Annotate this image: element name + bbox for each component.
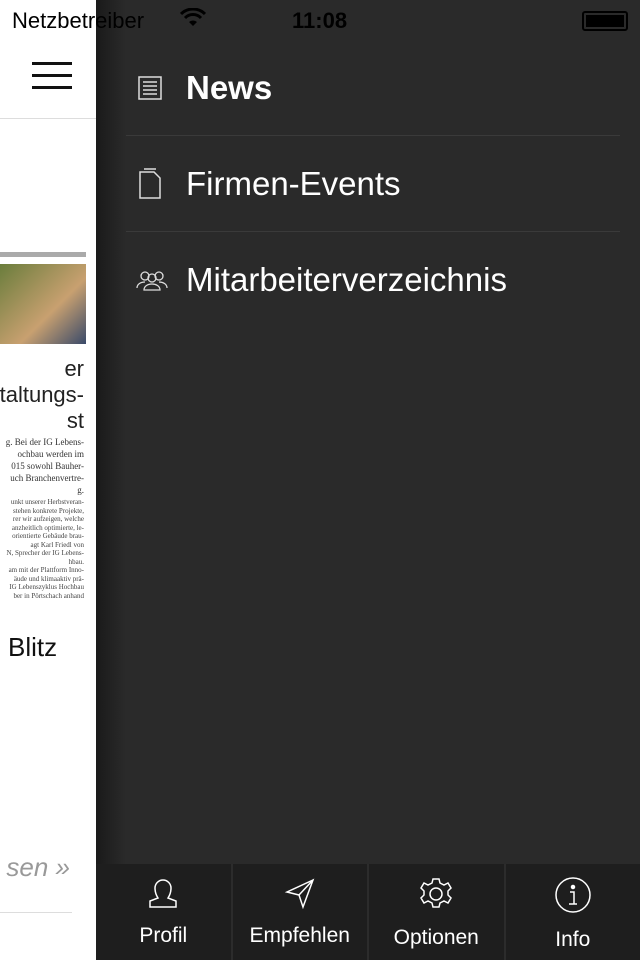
headline-line: st: [66, 408, 84, 433]
body-line: hbau.: [68, 557, 84, 566]
people-icon: [126, 268, 186, 292]
tab-optionen[interactable]: Optionen: [367, 864, 504, 960]
read-more-link[interactable]: sen »: [6, 852, 70, 883]
carrier: Netzbetreiber: [12, 8, 145, 33]
menu-label: Firmen-Events: [186, 164, 401, 202]
lead-line: uch Branchenvertre-: [10, 473, 84, 483]
lead-line: ochbau werden im: [17, 449, 84, 459]
headline-line: er: [64, 356, 84, 381]
wifi-icon: [179, 7, 207, 34]
menu-item-firmen-events[interactable]: Firmen-Events: [126, 136, 620, 232]
menu-label: Mitarbeiterverzeichnis: [186, 261, 507, 298]
divider: [0, 912, 72, 913]
tab-profil[interactable]: Profil: [96, 864, 231, 960]
battery-icon: [582, 11, 628, 31]
lead-line: g. Bei der IG Lebens-: [5, 437, 84, 447]
drawer-shadow: [96, 0, 126, 960]
article-photo: [0, 264, 86, 344]
side-menu: News Firmen-Events Mitarbeiterverzeichni…: [126, 40, 620, 328]
body-line: ber in Pörtschach anhand: [13, 591, 84, 600]
send-icon: [284, 878, 315, 910]
status-bar: Netzbetreiber 11:08: [0, 0, 640, 40]
tab-empfehlen[interactable]: Empfehlen: [230, 864, 368, 960]
body-line: rer wir aufzeigen, welche: [12, 515, 84, 523]
hamburger-menu-icon[interactable]: [32, 62, 72, 90]
menu-item-news[interactable]: News: [126, 40, 620, 136]
article-body: unkt unserer Herbstveran-stehen konkrete…: [6, 498, 84, 600]
profile-icon: [149, 879, 177, 908]
body-line: orientierte Gebäude brau-: [12, 532, 84, 540]
body-line: am mit der Plattform Inno-: [8, 566, 84, 574]
article-headline: er nstaltungs- st: [0, 356, 84, 434]
body-line: agt Karl Friedl von: [30, 540, 84, 549]
lead-line: g.: [77, 485, 84, 495]
headline-line: nstaltungs-: [0, 382, 84, 407]
body-line: IG Lebenszyklus Hochbau: [9, 583, 84, 591]
menu-item-mitarbeiterverzeichnis[interactable]: Mitarbeiterverzeichnis: [126, 232, 620, 328]
news-icon: [126, 74, 186, 102]
body-line: stehen konkrete Projekte,: [13, 506, 84, 515]
article-lead: g. Bei der IG Lebens- ochbau werden im 0…: [6, 436, 84, 496]
menu-label: News: [186, 68, 273, 106]
tab-label: Optionen: [393, 926, 479, 949]
tab-label: Profil: [139, 924, 188, 947]
tab-label: Empfehlen: [249, 924, 350, 947]
divider: [0, 118, 96, 119]
body-line: äude und klimaaktiv prä-: [13, 574, 84, 583]
clock: 11:08: [292, 8, 348, 33]
tab-bar: Profil Empfehlen Optionen Info: [96, 864, 640, 960]
body-line: anzheitlich optimierte, le-: [11, 523, 84, 532]
gear-icon: [420, 878, 453, 908]
body-line: unkt unserer Herbstveran-: [10, 498, 84, 506]
body-line: N, Sprecher der IG Lebens-: [6, 549, 84, 557]
lead-line: 015 sowohl Bauher-: [11, 461, 84, 471]
divider: [0, 252, 86, 257]
main-content-peek[interactable]: er nstaltungs- st g. Bei der IG Lebens- …: [0, 0, 96, 960]
tab-label: Info: [555, 928, 591, 951]
article-title[interactable]: Blitz: [8, 632, 57, 663]
tab-info[interactable]: Info: [503, 864, 640, 960]
info-icon: [555, 877, 591, 913]
document-icon: [126, 167, 186, 200]
